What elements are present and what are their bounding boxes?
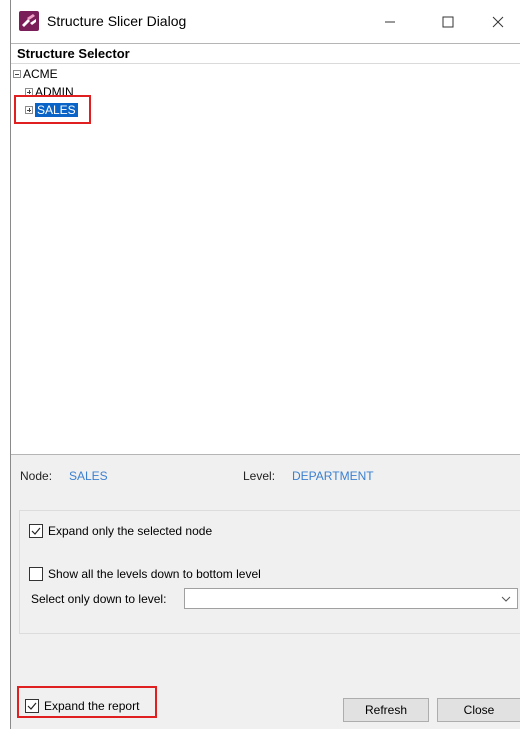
maximize-icon [442, 16, 454, 27]
collapse-icon[interactable] [13, 70, 21, 78]
close-window-button[interactable] [475, 0, 520, 43]
show-all-levels-checkbox[interactable] [29, 567, 43, 581]
annotation-highlight-expand-report [17, 686, 157, 718]
tree-node-acme[interactable]: ACME [13, 66, 58, 82]
level-label: Level: [243, 469, 276, 483]
select-down-label: Select only down to level: [31, 592, 167, 606]
level-dropdown[interactable] [184, 588, 518, 609]
structure-selector-heading: Structure Selector [11, 43, 520, 63]
app-logo-icon [19, 11, 39, 31]
annotation-highlight-sales [14, 95, 91, 124]
expand-selected-label: Expand only the selected node [48, 524, 213, 538]
show-all-levels-label: Show all the levels down to bottom level [48, 567, 261, 581]
node-level-info: Node: SALES Level: DEPARTMENT [11, 469, 520, 485]
tree-node-label: ACME [23, 67, 58, 81]
minimize-icon [385, 21, 395, 22]
window-title: Structure Slicer Dialog [47, 13, 187, 29]
structure-tree[interactable]: ACME ADMIN SALES [11, 63, 520, 455]
close-button[interactable]: Close [437, 698, 520, 722]
level-value: DEPARTMENT [292, 469, 374, 483]
structure-slicer-dialog: Structure Slicer Dialog Structure Select… [10, 0, 520, 729]
show-all-levels-option[interactable]: Show all the levels down to bottom level [29, 567, 261, 581]
refresh-button[interactable]: Refresh [343, 698, 429, 722]
title-bar[interactable]: Structure Slicer Dialog [11, 0, 520, 43]
select-down-to-level-row: Select only down to level: [31, 592, 166, 606]
close-icon [492, 16, 504, 27]
chevron-down-icon [501, 596, 511, 602]
expand-selected-checkbox[interactable] [29, 524, 43, 538]
node-label: Node: [20, 469, 53, 483]
node-value: SALES [69, 469, 108, 483]
expand-selected-option[interactable]: Expand only the selected node [29, 524, 212, 538]
checkmark-icon [31, 527, 41, 535]
options-group: Expand only the selected node Show all t… [19, 510, 520, 634]
minimize-button[interactable] [367, 0, 413, 43]
maximize-button[interactable] [425, 0, 471, 43]
